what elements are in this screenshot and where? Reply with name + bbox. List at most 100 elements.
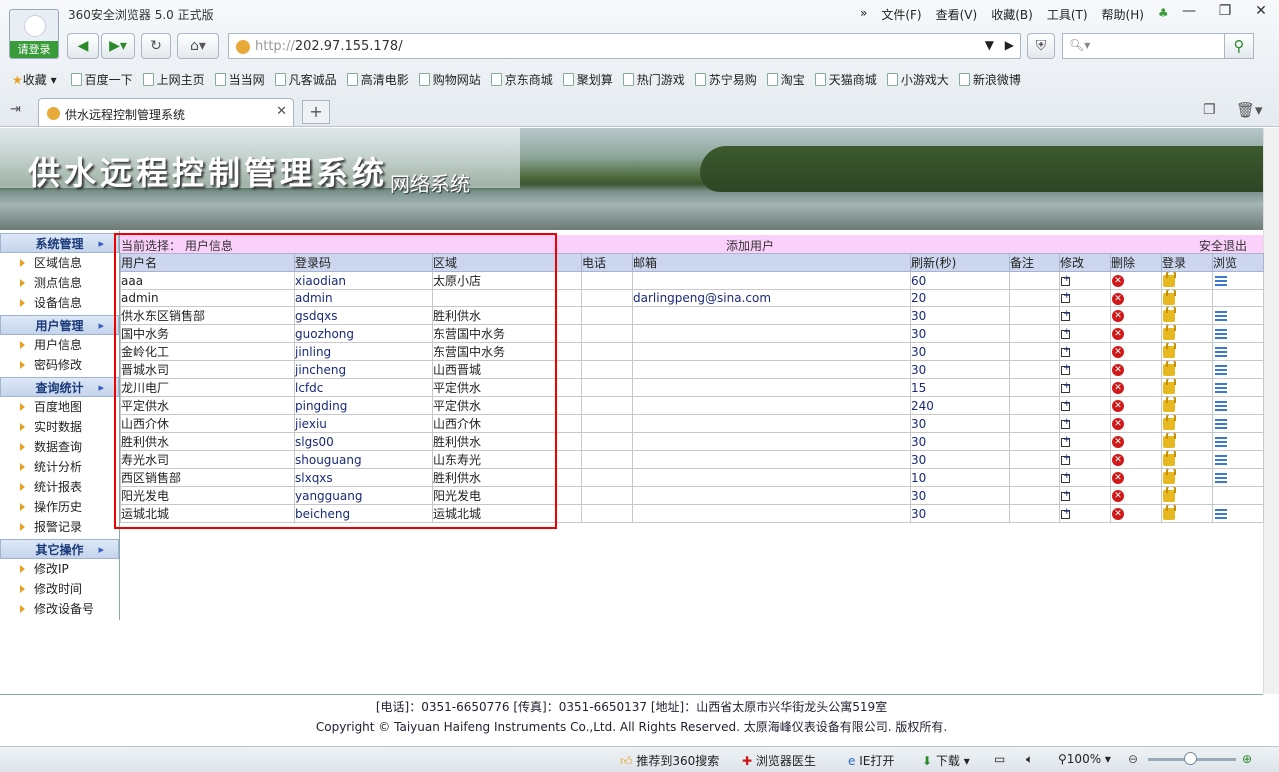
list-view-icon[interactable]: [1215, 454, 1227, 466]
delete-icon[interactable]: ✕: [1112, 292, 1124, 305]
edit-icon[interactable]: [1061, 381, 1071, 393]
delete-icon[interactable]: ✕: [1112, 275, 1124, 287]
edit-icon[interactable]: [1061, 417, 1071, 429]
list-view-icon[interactable]: [1215, 346, 1227, 358]
delete-icon[interactable]: ✕: [1112, 508, 1124, 520]
user-avatar[interactable]: 请登录: [9, 9, 59, 59]
delete-icon[interactable]: ✕: [1112, 310, 1124, 322]
edit-icon[interactable]: [1061, 309, 1071, 321]
sidebar-item[interactable]: 统计分析: [0, 457, 119, 477]
add-user-link[interactable]: 添加用户: [726, 237, 774, 254]
fav-item[interactable]: 高清电影: [346, 71, 409, 88]
sidebar-item[interactable]: 统计报表: [0, 477, 119, 497]
logout-link[interactable]: 安全退出: [1199, 237, 1247, 254]
back-icon[interactable]: ◀: [67, 33, 99, 59]
sidebar-group[interactable]: 用户管理 ▸: [0, 315, 119, 335]
lock-icon[interactable]: [1163, 433, 1176, 448]
forward-icon[interactable]: ▶▾: [101, 33, 135, 59]
menu-file[interactable]: 文件(F): [881, 6, 921, 23]
zoom-in-icon[interactable]: ⊕: [1242, 752, 1252, 766]
delete-icon[interactable]: ✕: [1112, 364, 1124, 376]
menu-tools[interactable]: 工具(T): [1047, 6, 1088, 23]
edit-icon[interactable]: [1061, 507, 1071, 519]
volume-icon[interactable]: 🔈︎: [1026, 752, 1033, 767]
edit-icon[interactable]: [1061, 435, 1071, 447]
edit-icon[interactable]: [1061, 399, 1071, 411]
lock-icon[interactable]: [1163, 451, 1176, 466]
edit-icon[interactable]: [1061, 489, 1071, 501]
delete-icon[interactable]: ✕: [1112, 490, 1124, 502]
restore-tabs-icon[interactable]: ❐: [1203, 102, 1216, 118]
sidebar-item[interactable]: 修改设备号: [0, 599, 119, 619]
edit-icon[interactable]: [1061, 291, 1071, 303]
lock-icon[interactable]: [1163, 397, 1176, 412]
fav-item[interactable]: 小游戏大: [886, 71, 949, 88]
menu-expand-icon[interactable]: »: [860, 6, 867, 23]
list-view-icon[interactable]: [1215, 472, 1227, 484]
delete-icon[interactable]: ✕: [1112, 472, 1124, 484]
list-view-icon[interactable]: [1215, 275, 1227, 287]
list-view-icon[interactable]: [1215, 382, 1227, 394]
tab-close-icon[interactable]: ✕: [276, 104, 287, 119]
delete-icon[interactable]: ✕: [1112, 436, 1124, 448]
sidebar-group[interactable]: 查询统计 ▸: [0, 377, 119, 397]
sidebar-item[interactable]: 测点信息: [0, 273, 119, 293]
lock-icon[interactable]: [1163, 325, 1176, 340]
login-label[interactable]: 请登录: [10, 41, 58, 58]
lock-icon[interactable]: [1163, 343, 1176, 358]
fav-item[interactable]: 当当网: [214, 71, 265, 88]
sidebar-item[interactable]: 用户信息: [0, 335, 119, 355]
close-icon[interactable]: ✕: [1243, 0, 1279, 24]
fav-item[interactable]: 购物网站: [418, 71, 481, 88]
fav-item[interactable]: 上网主页: [142, 71, 205, 88]
search-button[interactable]: ⚲: [1224, 33, 1254, 59]
lock-icon[interactable]: [1163, 290, 1176, 305]
fav-item[interactable]: 凡客诚品: [274, 71, 337, 88]
delete-icon[interactable]: ✕: [1112, 454, 1124, 466]
fav-item[interactable]: 聚划算: [562, 71, 613, 88]
list-view-icon[interactable]: [1215, 328, 1227, 340]
lock-icon[interactable]: [1163, 469, 1176, 484]
sidebar-group[interactable]: 系统管理 ▸: [0, 233, 119, 253]
lock-icon[interactable]: [1163, 379, 1176, 394]
fav-item[interactable]: 热门游戏: [622, 71, 685, 88]
fav-item[interactable]: 苏宁易购: [694, 71, 757, 88]
delete-icon[interactable]: ✕: [1112, 346, 1124, 358]
trash-icon[interactable]: 🗑︎▾: [1236, 101, 1263, 119]
list-view-icon[interactable]: [1215, 364, 1227, 376]
fav-item[interactable]: 天猫商城: [814, 71, 877, 88]
download-button[interactable]: ⬇ 下载 ▾: [922, 752, 970, 769]
sidebar-toggle-icon[interactable]: ⇥: [10, 102, 21, 117]
sidebar-group[interactable]: 其它操作 ▸: [0, 539, 119, 559]
list-view-icon[interactable]: [1215, 400, 1227, 412]
fav-item[interactable]: 淘宝: [766, 71, 805, 88]
page-scrollbar[interactable]: [1263, 128, 1279, 694]
sidebar-item[interactable]: 报警记录: [0, 517, 119, 537]
new-tab-button[interactable]: +: [302, 100, 330, 124]
search-engine-icon[interactable]: 🔍︎▾: [1069, 38, 1090, 52]
lock-icon[interactable]: [1163, 505, 1176, 520]
delete-icon[interactable]: ✕: [1112, 400, 1124, 412]
edit-icon[interactable]: [1061, 471, 1071, 483]
monitor-icon[interactable]: ▭: [994, 752, 1005, 766]
go-icon[interactable]: ▶: [1005, 38, 1014, 52]
fav-item[interactable]: 百度一下: [70, 71, 133, 88]
zoom-slider-knob[interactable]: [1184, 752, 1197, 765]
address-url[interactable]: http://202.97.155.178/: [255, 39, 403, 54]
edit-icon[interactable]: [1061, 345, 1071, 357]
list-view-icon[interactable]: [1215, 508, 1227, 520]
zoom-button[interactable]: ⚲100% ▾: [1058, 752, 1111, 766]
edit-icon[interactable]: [1061, 274, 1071, 286]
edit-icon[interactable]: [1061, 327, 1071, 339]
ie-open-button[interactable]: e IE打开: [848, 752, 894, 769]
shield-icon[interactable]: ⛨: [1027, 33, 1055, 59]
home-icon[interactable]: ⌂▾: [177, 33, 219, 59]
fav-item[interactable]: 京东商城: [490, 71, 553, 88]
sidebar-item[interactable]: 区域信息: [0, 253, 119, 273]
list-view-icon[interactable]: [1215, 418, 1227, 430]
minimize-icon[interactable]: —: [1171, 0, 1207, 24]
sidebar-item[interactable]: 修改IP: [0, 559, 119, 579]
delete-icon[interactable]: ✕: [1112, 328, 1124, 340]
lock-icon[interactable]: [1163, 487, 1176, 502]
lock-icon[interactable]: [1163, 272, 1176, 287]
